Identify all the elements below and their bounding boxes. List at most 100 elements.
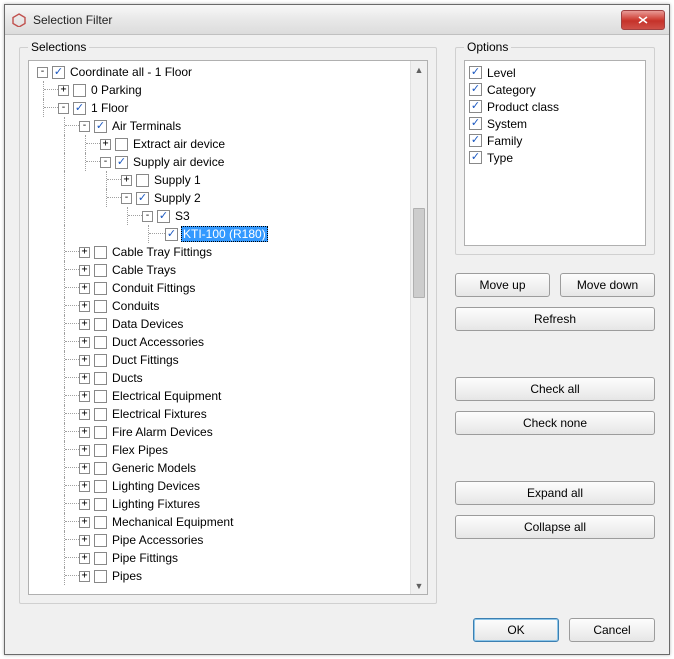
- expand-icon[interactable]: +: [79, 499, 90, 510]
- checkbox[interactable]: [52, 66, 65, 79]
- checkbox[interactable]: [94, 282, 107, 295]
- option-label[interactable]: System: [485, 117, 529, 131]
- tree-row[interactable]: - Air Terminals: [31, 117, 410, 135]
- tree-row[interactable]: - 1 Floor: [31, 99, 410, 117]
- checkbox[interactable]: [73, 102, 86, 115]
- tree-row[interactable]: +Ducts: [31, 369, 410, 387]
- expand-icon[interactable]: +: [79, 517, 90, 528]
- tree-row[interactable]: +Cable Tray Fittings: [31, 243, 410, 261]
- tree-label[interactable]: KTI-100 (R180): [181, 226, 268, 242]
- expand-icon[interactable]: +: [79, 319, 90, 330]
- tree-label[interactable]: Electrical Fixtures: [110, 407, 209, 421]
- checkbox[interactable]: [94, 498, 107, 511]
- ok-button[interactable]: OK: [473, 618, 559, 642]
- tree-row[interactable]: + Flex Pipes: [31, 441, 410, 459]
- checkbox[interactable]: [94, 264, 107, 277]
- checkbox[interactable]: [94, 516, 107, 529]
- tree-label[interactable]: Mechanical Equipment: [110, 515, 235, 529]
- checkbox[interactable]: [94, 408, 107, 421]
- collapse-icon[interactable]: -: [100, 157, 111, 168]
- expand-icon[interactable]: +: [121, 175, 132, 186]
- expand-icon[interactable]: +: [58, 85, 69, 96]
- tree-label[interactable]: Conduit Fittings: [110, 281, 197, 295]
- option-row[interactable]: Family: [469, 132, 641, 149]
- checkbox[interactable]: [94, 390, 107, 403]
- expand-icon[interactable]: +: [100, 139, 111, 150]
- expand-icon[interactable]: +: [79, 265, 90, 276]
- options-list[interactable]: LevelCategoryProduct classSystemFamilyTy…: [464, 60, 646, 246]
- tree-row[interactable]: +Conduits: [31, 297, 410, 315]
- checkbox[interactable]: [469, 117, 482, 130]
- tree-label[interactable]: Duct Accessories: [110, 335, 206, 349]
- tree-row[interactable]: + 0 Parking: [31, 81, 410, 99]
- option-row[interactable]: System: [469, 115, 641, 132]
- tree-row[interactable]: + Mechanical Equipment: [31, 513, 410, 531]
- tree-label[interactable]: Pipes: [110, 569, 144, 583]
- checkbox[interactable]: [94, 552, 107, 565]
- checkbox[interactable]: [94, 534, 107, 547]
- tree-row[interactable]: - S3: [31, 207, 410, 225]
- tree-label[interactable]: Lighting Devices: [110, 479, 202, 493]
- tree-row-selected[interactable]: KTI-100 (R180): [31, 225, 410, 243]
- scrollbar-track[interactable]: [411, 78, 427, 577]
- tree-row[interactable]: + Supply 1: [31, 171, 410, 189]
- option-label[interactable]: Level: [485, 66, 518, 80]
- tree-row[interactable]: +Pipe Accessories: [31, 531, 410, 549]
- expand-icon[interactable]: +: [79, 247, 90, 258]
- tree-label[interactable]: 0 Parking: [89, 83, 144, 97]
- option-label[interactable]: Family: [485, 134, 524, 148]
- expand-icon[interactable]: +: [79, 283, 90, 294]
- checkbox[interactable]: [94, 570, 107, 583]
- expand-icon[interactable]: +: [79, 463, 90, 474]
- checkbox[interactable]: [94, 480, 107, 493]
- tree-row[interactable]: + Extract air device: [31, 135, 410, 153]
- collapse-icon[interactable]: -: [79, 121, 90, 132]
- collapse-icon[interactable]: -: [58, 103, 69, 114]
- scrollbar-vertical[interactable]: ▲ ▼: [410, 61, 427, 594]
- tree-row[interactable]: + Conduit Fittings: [31, 279, 410, 297]
- checkbox[interactable]: [469, 66, 482, 79]
- tree-label[interactable]: Data Devices: [110, 317, 185, 331]
- option-label[interactable]: Type: [485, 151, 515, 165]
- tree-label[interactable]: Air Terminals: [110, 119, 183, 133]
- tree-label[interactable]: Flex Pipes: [110, 443, 170, 457]
- tree-row[interactable]: +Electrical Fixtures: [31, 405, 410, 423]
- tree-row[interactable]: - Supply 2: [31, 189, 410, 207]
- tree-label[interactable]: S3: [173, 209, 192, 223]
- option-row[interactable]: Type: [469, 149, 641, 166]
- tree-row[interactable]: +Duct Accessories: [31, 333, 410, 351]
- expand-icon[interactable]: +: [79, 427, 90, 438]
- move-up-button[interactable]: Move up: [455, 273, 550, 297]
- tree-row[interactable]: + Data Devices: [31, 315, 410, 333]
- tree-row-root[interactable]: - Coordinate all - 1 Floor: [31, 63, 410, 81]
- tree-row[interactable]: +Duct Fittings: [31, 351, 410, 369]
- tree-label[interactable]: Pipe Accessories: [110, 533, 205, 547]
- tree-label[interactable]: Lighting Fixtures: [110, 497, 202, 511]
- tree-label[interactable]: Duct Fittings: [110, 353, 181, 367]
- expand-icon[interactable]: +: [79, 553, 90, 564]
- scrollbar-thumb[interactable]: [413, 208, 425, 298]
- tree-label[interactable]: Pipe Fittings: [110, 551, 180, 565]
- tree-row[interactable]: - Supply air device: [31, 153, 410, 171]
- checkbox[interactable]: [94, 246, 107, 259]
- collapse-icon[interactable]: -: [37, 67, 48, 78]
- option-row[interactable]: Product class: [469, 98, 641, 115]
- checkbox[interactable]: [136, 174, 149, 187]
- scroll-up-icon[interactable]: ▲: [411, 61, 427, 78]
- check-none-button[interactable]: Check none: [455, 411, 655, 435]
- checkbox[interactable]: [94, 462, 107, 475]
- tree-row[interactable]: +Lighting Devices: [31, 477, 410, 495]
- tree-label[interactable]: Conduits: [110, 299, 161, 313]
- checkbox[interactable]: [94, 444, 107, 457]
- selections-tree[interactable]: - Coordinate all - 1 Floor + 0 Parking: [28, 60, 428, 595]
- option-row[interactable]: Level: [469, 64, 641, 81]
- checkbox[interactable]: [469, 100, 482, 113]
- checkbox[interactable]: [94, 426, 107, 439]
- checkbox[interactable]: [94, 120, 107, 133]
- tree-label[interactable]: Cable Trays: [110, 263, 178, 277]
- tree-label[interactable]: Ducts: [110, 371, 145, 385]
- checkbox[interactable]: [115, 156, 128, 169]
- expand-icon[interactable]: +: [79, 445, 90, 456]
- close-button[interactable]: [621, 10, 665, 30]
- checkbox[interactable]: [94, 318, 107, 331]
